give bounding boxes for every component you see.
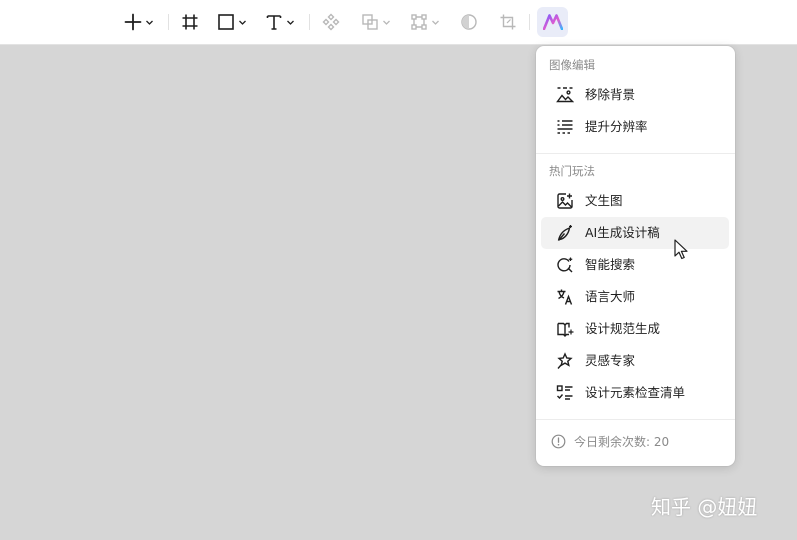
smart-search-icon [556, 256, 574, 274]
menu-item-label: 移除背景 [585, 87, 636, 102]
menu-item-inspiration-expert[interactable]: 灵感专家 [541, 345, 729, 377]
menu-item-upscale[interactable]: 提升分辨率 [541, 111, 729, 143]
menu-item-language-master[interactable]: 语言大师 [541, 281, 729, 313]
chevron-down-icon [239, 20, 246, 25]
menu-item-label: 设计元素检查清单 [585, 385, 686, 400]
menu-item-label: AI生成设计稿 [585, 225, 660, 240]
menu-divider [536, 419, 735, 420]
chevron-down-icon [383, 20, 390, 25]
chevron-down-icon [146, 20, 153, 25]
component-tool-button[interactable] [322, 8, 340, 36]
menu-item-label: 语言大师 [585, 289, 636, 304]
vector-path-tool-button[interactable] [410, 8, 440, 36]
crop-tool-button[interactable] [499, 8, 517, 36]
menu-item-ai-design-draft[interactable]: AI生成设计稿 [541, 217, 729, 249]
menu-item-label: 智能搜索 [585, 257, 636, 272]
menu-item-label: 提升分辨率 [585, 119, 648, 134]
chevron-down-icon [432, 20, 439, 25]
design-spec-icon [556, 320, 574, 338]
text-tool-button[interactable] [265, 8, 295, 36]
section-title-popular: 热门玩法 [549, 164, 595, 178]
frame-icon [182, 14, 198, 30]
text-to-image-icon [556, 192, 574, 210]
menu-item-design-element-checklist[interactable]: 设计元素检查清单 [541, 377, 729, 409]
watermark: 知乎 @妞妞 [651, 495, 758, 519]
mask-tool-button[interactable] [460, 8, 478, 36]
menu-item-label: 设计规范生成 [585, 321, 661, 336]
crop-icon [500, 14, 516, 30]
boolean-icon [362, 14, 378, 30]
usage-remaining-text: 今日剩余次数: 20 [574, 434, 670, 449]
vector-path-icon [411, 14, 427, 30]
rectangle-icon [218, 14, 234, 30]
toolbar-separator [168, 14, 169, 30]
frame-tool-button[interactable] [181, 8, 199, 36]
inspiration-icon [556, 352, 574, 370]
section-title-image-edit: 图像编辑 [549, 58, 595, 72]
mask-icon [461, 14, 477, 30]
upscale-icon [556, 118, 574, 136]
chevron-down-icon [287, 20, 294, 25]
remove-background-icon [556, 86, 574, 104]
menu-item-text-to-image[interactable]: 文生图 [541, 185, 729, 217]
menu-item-label: 灵感专家 [585, 353, 636, 368]
toolbar-separator [529, 14, 530, 30]
text-icon [266, 15, 282, 30]
plus-icon [124, 13, 142, 31]
add-tool-button[interactable] [124, 8, 154, 36]
menu-item-remove-background[interactable]: 移除背景 [541, 79, 729, 111]
ai-features-menu: 图像编辑 移除背景 提升分辨率 热门玩法 文生图 AI生成设计稿 智能搜索 语言… [536, 46, 735, 466]
menu-item-design-spec[interactable]: 设计规范生成 [541, 313, 729, 345]
usage-remaining: 今日剩余次数: 20 [551, 432, 669, 450]
mouse-cursor-icon [674, 239, 688, 260]
toolbar-separator [309, 14, 310, 30]
checklist-icon [556, 384, 574, 402]
ai-logo-icon [542, 14, 563, 30]
ai-pen-icon [556, 224, 574, 242]
boolean-tool-button[interactable] [361, 8, 391, 36]
translate-icon [556, 288, 574, 306]
info-circle-icon [551, 434, 566, 448]
ai-assistant-button[interactable] [537, 7, 568, 37]
menu-divider [536, 153, 735, 154]
top-toolbar [0, 0, 797, 45]
component-icon [322, 13, 340, 31]
menu-item-smart-search[interactable]: 智能搜索 [541, 249, 729, 281]
rectangle-tool-button[interactable] [217, 8, 247, 36]
menu-item-label: 文生图 [585, 193, 623, 208]
